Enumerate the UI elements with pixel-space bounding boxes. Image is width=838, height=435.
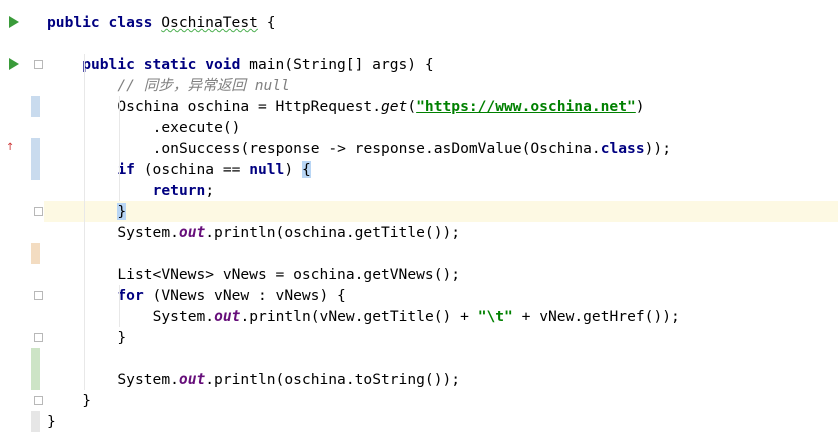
code-token: { <box>257 14 276 31</box>
code-token: class <box>600 140 645 157</box>
code-line[interactable]: System.out.println(vNew.getTitle() + "\t… <box>153 306 680 327</box>
code-line[interactable]: } <box>47 411 56 432</box>
code-line[interactable]: public class OschinaTest { <box>47 12 275 33</box>
code-token: out <box>178 224 206 241</box>
code-token: void <box>205 56 241 73</box>
code-token: get <box>380 98 408 115</box>
fold-icon[interactable] <box>34 291 43 300</box>
code-editor[interactable]: ↑ public class OschinaTest {public stati… <box>0 0 838 435</box>
code-token: ( <box>407 98 417 115</box>
code-token: List<VNews> vNews = oschina.getVNews(); <box>117 266 461 283</box>
code-token: ) <box>284 161 302 178</box>
code-line[interactable]: .onSuccess(response -> response.asDomVal… <box>153 138 671 159</box>
code-line[interactable]: if (oschina == null) { <box>117 159 311 180</box>
code-token: (VNews vNew : vNews) { <box>143 287 346 304</box>
code-token: System. <box>152 308 215 325</box>
indent-guide <box>119 96 121 201</box>
code-token: .println(vNew.getTitle() + <box>240 308 478 325</box>
code-line[interactable]: } <box>82 390 91 411</box>
code-token: // 同步，异常返回 null <box>117 77 290 94</box>
code-token: return <box>152 182 206 199</box>
code-line[interactable]: System.out.println(oschina.toString()); <box>117 369 460 390</box>
vcs-change-marker[interactable] <box>31 243 40 264</box>
code-token: ; <box>205 182 215 199</box>
fold-icon[interactable] <box>34 333 43 342</box>
code-token: } <box>82 392 91 409</box>
code-token: )); <box>644 140 671 157</box>
code-token: + vNew.getHref()); <box>512 308 680 325</box>
code-token: System. <box>117 224 179 241</box>
vcs-change-marker[interactable] <box>31 348 40 390</box>
override-method-icon[interactable]: ↑ <box>6 142 14 153</box>
code-line[interactable]: List<VNews> vNews = oschina.getVNews(); <box>117 264 460 285</box>
code-token: (oschina == <box>134 161 250 178</box>
code-token: out <box>178 371 206 388</box>
vcs-change-marker[interactable] <box>31 138 40 180</box>
code-token: } <box>47 413 56 430</box>
code-line[interactable]: System.out.println(oschina.getTitle()); <box>117 222 460 243</box>
vcs-change-marker[interactable] <box>31 96 40 117</box>
code-line[interactable]: } <box>117 327 126 348</box>
caret-line-highlight <box>44 201 838 222</box>
code-token: System. <box>117 371 179 388</box>
code-line[interactable]: // 同步，异常返回 null <box>117 75 289 96</box>
code-token: ) <box>635 98 645 115</box>
code-token: { <box>301 161 311 178</box>
code-token: .println(oschina.getTitle()); <box>205 224 461 241</box>
code-token: .onSuccess(response -> response.asDomVal… <box>152 140 601 157</box>
indent-guide <box>84 54 86 390</box>
code-token: static <box>143 56 197 73</box>
code-token: } <box>117 203 127 220</box>
run-icon[interactable] <box>9 58 19 70</box>
code-token: public <box>47 14 100 31</box>
indent-guide <box>119 285 121 327</box>
code-token: Oschina oschina = HttpRequest. <box>117 98 381 115</box>
code-token: class <box>108 14 153 31</box>
vcs-change-marker[interactable] <box>31 411 40 432</box>
code-token: OschinaTest <box>161 14 258 31</box>
code-line[interactable]: .execute() <box>153 117 241 138</box>
code-line[interactable]: Oschina oschina = HttpRequest.get("https… <box>117 96 644 117</box>
code-token: main(String[] args) { <box>240 56 434 73</box>
code-line[interactable]: public static void main(String[] args) { <box>82 54 433 75</box>
fold-icon[interactable] <box>34 207 43 216</box>
code-token: "\t" <box>477 308 513 325</box>
code-token: for <box>117 287 144 304</box>
editor-gutter[interactable]: ↑ <box>0 0 44 435</box>
code-token: .execute() <box>152 119 241 136</box>
run-icon[interactable] <box>9 16 19 28</box>
code-line[interactable]: for (VNews vNew : vNews) { <box>117 285 345 306</box>
code-token: } <box>117 329 127 346</box>
code-token: public <box>82 56 135 73</box>
code-token: null <box>249 161 285 178</box>
code-token: out <box>214 308 241 325</box>
code-token: "https://www.oschina.net" <box>416 98 636 115</box>
fold-icon[interactable] <box>34 396 43 405</box>
fold-icon[interactable] <box>34 60 43 69</box>
code-line[interactable]: } <box>117 201 127 222</box>
code-line[interactable]: return; <box>153 180 215 201</box>
code-token: .println(oschina.toString()); <box>205 371 461 388</box>
